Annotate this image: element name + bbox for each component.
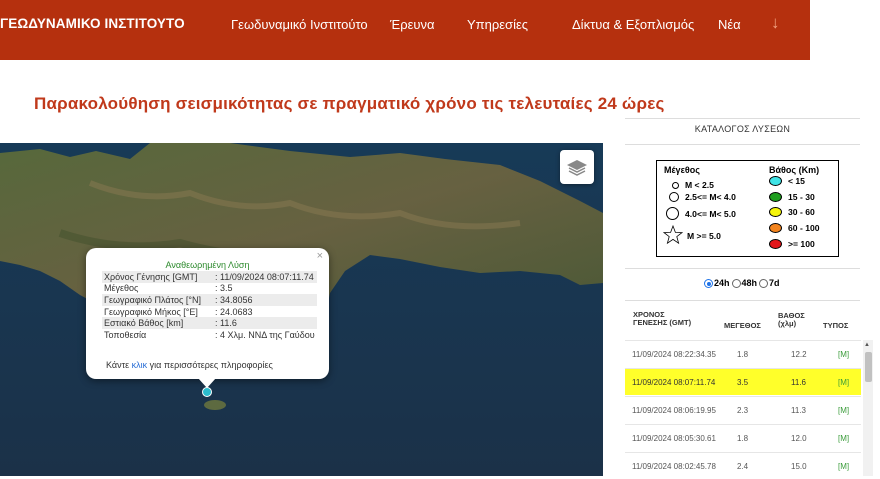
layers-control-button[interactable] <box>560 150 594 184</box>
popup-title: Αναθεωρημένη Λύση <box>165 260 250 270</box>
popup-value: : 3.5 <box>215 283 233 294</box>
table-row[interactable]: 11/09/2024 08:22:34.35 1.8 12.2 [M] <box>625 340 861 367</box>
period-radio-48h[interactable] <box>731 278 741 288</box>
table-row[interactable]: 11/09/2024 08:06:19.95 2.3 11.3 [M] <box>625 396 861 423</box>
col-mag-header[interactable]: ΜΕΓΕΘΟΣ <box>724 322 761 330</box>
legend-depth-header: Βάθος (Km) <box>769 165 820 175</box>
period-selector: 24h 48h 7d <box>704 278 780 288</box>
col-type-header[interactable]: ΤΥΠΟΣ <box>823 322 848 330</box>
event-popup: × Αναθεωρημένη Λύση Χρόνος Γένησης [GMT]… <box>86 248 329 379</box>
star-icon <box>662 224 684 247</box>
depth-color-icon <box>769 223 782 233</box>
small-circle-icon <box>672 181 679 189</box>
popup-label: Εστιακό Βάθος [km] <box>102 317 213 329</box>
site-brand[interactable]: ΓΕΩΔΥΝΑΜΙΚΟ ΙΝΣΤΙΤΟΥΤΟ <box>0 16 185 31</box>
scroll-up-icon[interactable]: ▲ <box>864 342 870 348</box>
table-row[interactable]: 11/09/2024 08:05:30.61 1.8 12.0 [M] <box>625 424 861 451</box>
period-radio-24h[interactable] <box>704 278 713 288</box>
arrow-down-icon[interactable]: ↓ <box>771 13 780 33</box>
popup-label: Τοποθεσία <box>104 329 147 340</box>
popup-row: Τοποθεσία : 4 Χλμ. ΝΝΔ της Γαύδου <box>102 329 317 341</box>
popup-value: : 11/09/2024 08:07:11.74 <box>213 271 317 283</box>
legend-depth-row: 30 - 60 <box>769 207 815 217</box>
divider <box>625 144 860 145</box>
popup-row: Μέγεθος : 3.5 <box>102 283 317 295</box>
top-nav: ΓΕΩΔΥΝΑΜΙΚΟ ΙΝΣΤΙΤΟΥΤΟ Γεωδυναμικό Ινστι… <box>0 0 810 60</box>
legend-depth-row: < 15 <box>769 176 805 186</box>
depth-color-icon <box>769 176 782 186</box>
nav-link-news[interactable]: Νέα <box>718 17 741 32</box>
depth-color-icon <box>769 207 782 217</box>
divider <box>625 118 860 119</box>
nav-link-research[interactable]: Έρευνα <box>390 17 435 32</box>
popup-label: Γεωγραφικό Πλάτος [°N] <box>102 294 213 306</box>
catalog-title: ΚΑΤΑΛΟΓΟΣ ΛΥΣΕΩΝ <box>694 124 791 134</box>
legend-magnitude-header: Μέγεθος <box>664 165 700 175</box>
legend-mag-row: M < 2.5 <box>669 180 714 190</box>
divider <box>625 300 860 301</box>
popup-row: Χρόνος Γένησης [GMT]: 11/09/2024 08:07:1… <box>102 271 317 283</box>
table-row-highlighted[interactable]: 11/09/2024 08:07:11.74 3.5 11.6 [M] <box>625 368 861 395</box>
depth-color-icon <box>769 239 782 249</box>
popup-label: Γεωγραφικό Μήκος [°E] <box>104 306 198 317</box>
more-info-link[interactable]: κλικ <box>132 360 148 370</box>
medium-circle-icon <box>669 192 679 202</box>
scrollbar-thumb[interactable] <box>865 352 872 382</box>
popup-value: : 4 Χλμ. ΝΝΔ της Γαύδου <box>215 329 315 340</box>
col-depth-header[interactable]: ΒΑΘΟΣ (χλμ) <box>778 312 805 328</box>
earthquake-marker[interactable] <box>202 387 212 397</box>
popup-row: Γεωγραφικό Πλάτος [°N]: 34.8056 <box>102 294 317 306</box>
legend-mag-row: 4.0<= M< 5.0 <box>666 207 736 220</box>
nav-link-institute[interactable]: Γεωδυναμικό Ινστιτούτο <box>231 17 368 32</box>
period-radio-7d[interactable] <box>759 278 769 288</box>
popup-label: Χρόνος Γένησης [GMT] <box>102 271 213 283</box>
page-title: Παρακολούθηση σεισμικότητας σε πραγματικ… <box>34 94 665 113</box>
nav-link-services[interactable]: Υπηρεσίες <box>467 17 528 32</box>
popup-value: : 11.6 <box>213 317 317 329</box>
col-time-header[interactable]: ΧΡΟΝΟΣ ΓΕΝΕΣΗΣ (GMT) <box>633 311 691 327</box>
nav-link-networks[interactable]: Δίκτυα & Εξοπλισμός <box>572 17 694 32</box>
large-circle-icon <box>666 207 679 220</box>
legend-depth-row: >= 100 <box>769 239 815 249</box>
popup-row: Εστιακό Βάθος [km]: 11.6 <box>102 317 317 329</box>
popup-more-info: Κάντε κλικ για περισσότερες πληροφορίες <box>106 360 273 370</box>
legend-depth-row: 15 - 30 <box>769 192 815 202</box>
layers-icon <box>567 160 587 176</box>
popup-label: Μέγεθος <box>104 283 139 294</box>
depth-color-icon <box>769 192 782 202</box>
legend-mag-row: M >= 5.0 <box>662 224 721 247</box>
legend-depth-row: 60 - 100 <box>769 223 820 233</box>
table-row[interactable]: 11/09/2024 08:02:45.78 2.4 15.0 [M] <box>625 452 861 479</box>
popup-details-table: Χρόνος Γένησης [GMT]: 11/09/2024 08:07:1… <box>102 271 317 341</box>
popup-value: : 24.0683 <box>215 306 253 317</box>
popup-row: Γεωγραφικό Μήκος [°E] : 24.0683 <box>102 306 317 318</box>
divider <box>625 268 860 269</box>
legend-box: Μέγεθος Βάθος (Km) M < 2.5 2.5<= M< 4.0 … <box>656 160 839 257</box>
popup-value: : 34.8056 <box>213 294 317 306</box>
legend-mag-row: 2.5<= M< 4.0 <box>668 192 736 202</box>
